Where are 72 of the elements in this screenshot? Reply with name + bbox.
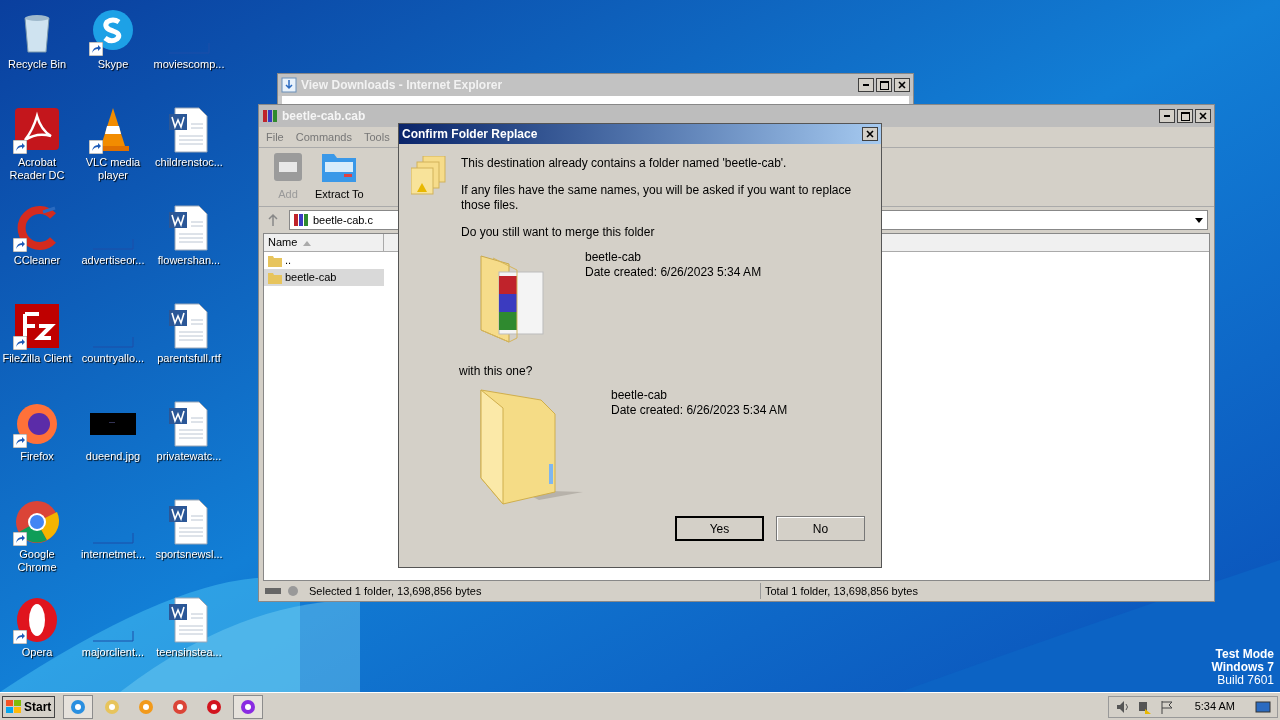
folder-name: beetle-cab: [585, 250, 643, 265]
desktop-icon-label[interactable]: Firefox: [20, 450, 54, 463]
desktop-icon-label[interactable]: parentsfull.rtf: [157, 352, 221, 365]
minimize-icon: [1164, 115, 1170, 117]
desktop-icon-label[interactable]: childrenstoc...: [155, 156, 223, 169]
sort-arrow-icon: [303, 239, 312, 246]
desktop-icon-label[interactable]: sportsnewsl...: [155, 548, 223, 561]
maximize-icon: [879, 80, 889, 90]
warning-folder-icon: [411, 156, 447, 196]
extract-button[interactable]: Extract To: [315, 149, 364, 202]
folder-name: beetle-cab: [611, 388, 669, 403]
shortcut-arrow-icon: [13, 434, 27, 448]
shortcut-arrow-icon: [13, 532, 27, 546]
close-icon: [1199, 112, 1207, 120]
desktop-icon-label[interactable]: Google Chrome: [0, 548, 74, 574]
desktop-icon-label[interactable]: moviescomp...: [153, 58, 225, 71]
desktop-icon-label[interactable]: dueend.jpg: [85, 450, 141, 463]
shortcut-arrow-icon: [13, 238, 27, 252]
shortcut-arrow-icon: [89, 140, 103, 154]
taskbar-button[interactable]: [63, 694, 94, 719]
date-created: Date created: 6/26/2023 5:34 AM: [611, 403, 788, 418]
test-mode-text: Build 7601: [1217, 674, 1274, 687]
windows-logo-icon: [6, 699, 22, 714]
shortcut-arrow-icon: [89, 42, 103, 56]
minimize-button[interactable]: [858, 78, 874, 92]
download-icon: [281, 77, 297, 93]
minimize-button[interactable]: [1159, 109, 1175, 123]
close-icon: [898, 81, 906, 89]
date-created: Date created: 6/26/2023 5:34 AM: [585, 265, 762, 280]
minimize-icon: [863, 84, 869, 86]
shortcut-arrow-icon: [13, 630, 27, 644]
close-icon: [866, 130, 874, 138]
status-text: Total 1 folder, 13,698,856 bytes: [764, 583, 919, 599]
window-title: beetle-cab.cab: [282, 108, 367, 125]
desktop-icon-label[interactable]: advertiseor...: [81, 254, 145, 267]
close-button[interactable]: [1195, 109, 1211, 123]
dialog-message: Do you still want to merge this folder: [461, 225, 656, 240]
maximize-button[interactable]: [1177, 109, 1193, 123]
shortcut-arrow-icon: [13, 140, 27, 154]
dialog-message: This destination already contains a folder named 'beetle-cab'.: [461, 156, 788, 171]
close-button[interactable]: [894, 78, 910, 92]
desktop-icon-label[interactable]: Acrobat Reader DC: [0, 156, 74, 182]
desktop-icon-label[interactable]: VLC media player: [76, 156, 150, 182]
test-mode-text: Windows 7: [1211, 661, 1274, 674]
maximize-button[interactable]: [876, 78, 892, 92]
taskbar-button[interactable]: [233, 694, 264, 719]
desktop-icon-label[interactable]: Recycle Bin: [7, 58, 67, 71]
dialog-button[interactable]: Yes: [675, 516, 764, 541]
status-text: Selected 1 folder, 13,698,856 bytes: [307, 582, 761, 600]
desktop-icon-label[interactable]: FileZilla Client: [2, 352, 72, 365]
desktop-icon-label[interactable]: privatewatc...: [156, 450, 222, 463]
dialog-title: Confirm Folder Replace: [402, 126, 539, 143]
close-button[interactable]: [862, 127, 878, 141]
start-button[interactable]: Start: [2, 695, 56, 718]
column-header[interactable]: Name: [264, 234, 384, 251]
desktop-icon-label[interactable]: Opera: [21, 646, 53, 659]
file-row[interactable]: ..: [264, 252, 384, 269]
desktop-icon-label[interactable]: countryallo...: [81, 352, 145, 365]
show-desktop-icon[interactable]: [1255, 699, 1271, 714]
desktop-icon-label[interactable]: internetmet...: [80, 548, 146, 561]
flag-icon[interactable]: [1158, 698, 1175, 715]
shortcut-arrow-icon: [13, 336, 27, 350]
test-mode-text: Test Mode: [1215, 648, 1274, 661]
dialog-message: If any files have the same names, you will be asked if you want to replace those files.: [461, 183, 853, 213]
maximize-icon: [1180, 111, 1190, 121]
file-row[interactable]: beetle-cab: [264, 269, 384, 286]
desktop-icon-label[interactable]: Skype: [97, 58, 129, 71]
dialog-message: with this one?: [458, 363, 534, 380]
desktop-icon-label[interactable]: CCleaner: [13, 254, 61, 267]
desktop-icon-label[interactable]: flowershan...: [157, 254, 221, 267]
dropdown-arrow-icon[interactable]: [1194, 215, 1204, 225]
dialog-button[interactable]: No: [776, 516, 865, 541]
